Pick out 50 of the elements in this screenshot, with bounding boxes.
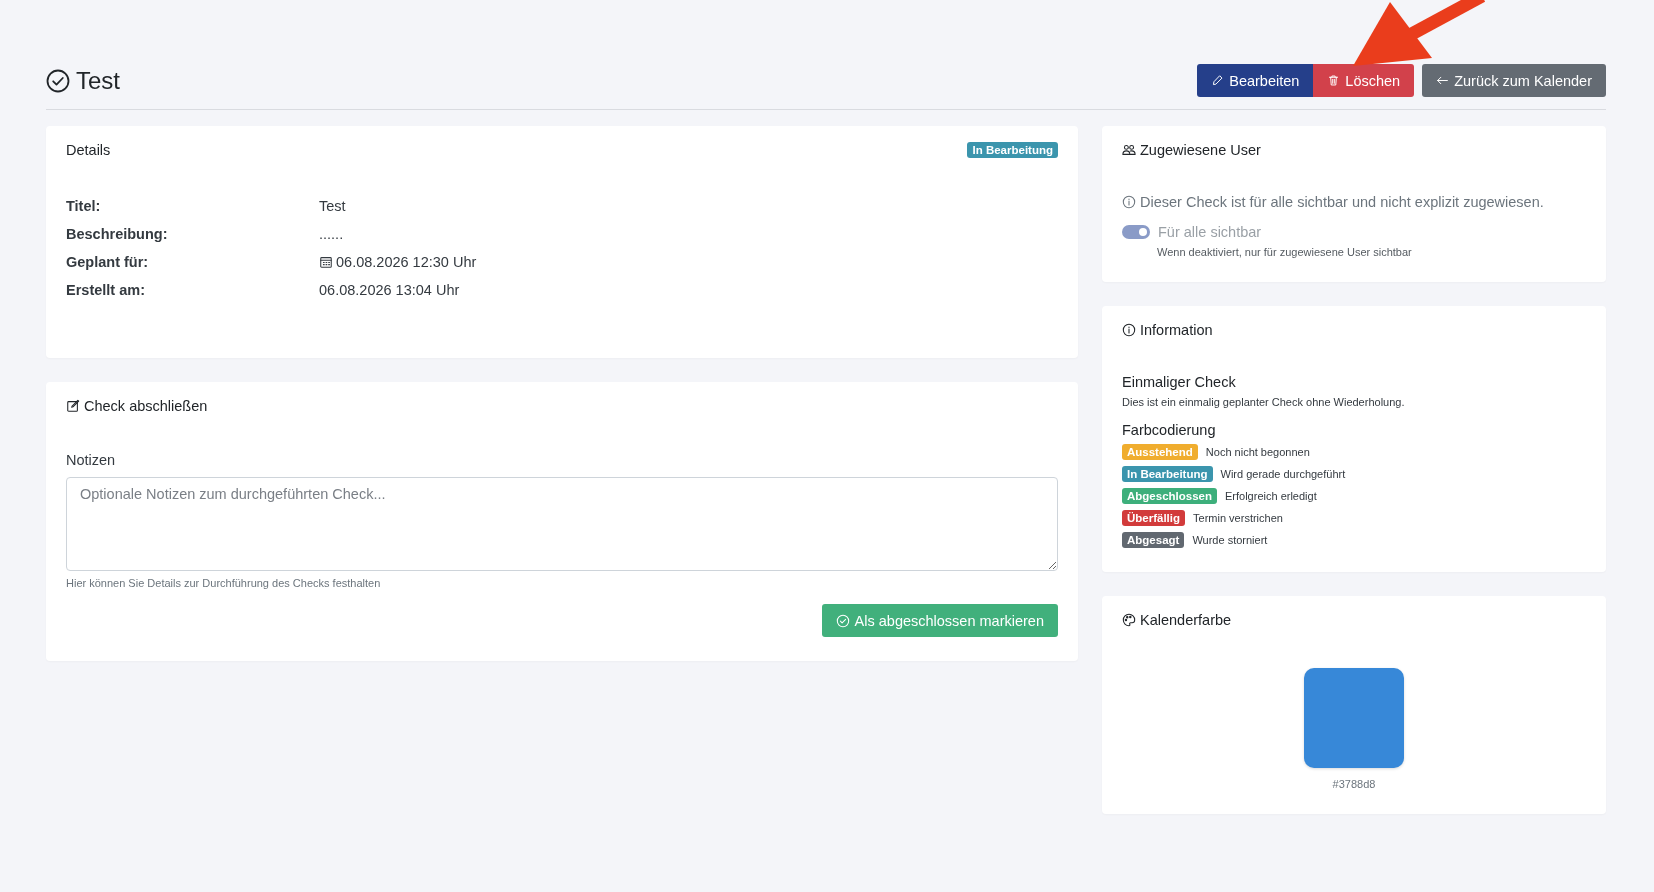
field-value: Test [319, 198, 346, 214]
section-text: Dies ist ein einmalig geplanter Check ohne Wiederholung. [1122, 396, 1406, 408]
check-circle-icon [835, 613, 850, 628]
card-title: Information [1140, 322, 1213, 338]
card-title: Kalenderfarbe [1140, 612, 1232, 628]
delete-button[interactable]: Löschen [1313, 64, 1415, 97]
pencil-icon [1211, 74, 1225, 87]
edit-button[interactable]: Bearbeiten [1197, 64, 1314, 97]
toggle-label: Für alle sichtbar [1158, 224, 1262, 240]
section-heading: Farbcodierung [1122, 422, 1217, 438]
calendar-icon [319, 255, 333, 269]
legend-text: Termin verstrichen [1193, 512, 1283, 524]
field-value: 06.08.2026 13:04 Uhr [319, 282, 460, 298]
field-label: Geplant für: [66, 254, 150, 270]
left-arrow-icon [1436, 74, 1450, 87]
color-code: #3788d8 [1332, 778, 1376, 790]
notes-label: Notizen [66, 452, 117, 468]
legend-text: Wurde storniert [1192, 534, 1268, 546]
field-value: 06.08.2026 12:30 Uhr [336, 254, 477, 270]
info-icon [1122, 195, 1136, 209]
status-badge: In Bearbeitung [1122, 466, 1213, 482]
field-value: ...... [319, 226, 344, 242]
field-label: Erstellt am: [66, 282, 146, 298]
edit-icon [66, 399, 80, 413]
section-heading: Einmaliger Check [1122, 374, 1237, 390]
field-label: Titel: [66, 198, 102, 214]
card-title: Details [66, 142, 111, 158]
field-label: Beschreibung: [66, 226, 169, 242]
help-text: Hier können Sie Details zur Durchführung des Checks festhalten [66, 577, 382, 589]
info-icon [1122, 323, 1136, 337]
users-icon [1122, 143, 1136, 157]
trash-icon [1327, 74, 1341, 87]
toggle-hint: Wenn deaktiviert, nur für zugewiesene User sichtbar [1157, 246, 1413, 258]
info-text: Dieser Check ist für alle sichtbar und nicht explizit zugewiesen. [1140, 194, 1544, 210]
legend-text: Noch nicht begonnen [1205, 446, 1310, 458]
complete-button[interactable]: Als abgeschlossen markieren [821, 604, 1058, 637]
status-badge: Überfällig [1122, 510, 1186, 526]
status-badge: Ausstehend [1122, 444, 1198, 460]
legend-text: Wird gerade durchgeführt [1220, 468, 1346, 480]
notes-field[interactable]: Optionale Notizen zum durchgeführten Check... [66, 477, 1058, 571]
status-badge: Abgesagt [1122, 532, 1185, 548]
check-circle-icon [46, 68, 70, 93]
card-title: Check abschließen [84, 398, 208, 414]
card-title: Zugewiesene User [1140, 142, 1261, 158]
palette-icon [1122, 613, 1136, 627]
legend-text: Erfolgreich erledigt [1225, 490, 1317, 502]
status-badge: Abgeschlossen [1122, 488, 1217, 504]
back-button[interactable]: Zurück zum Kalender [1422, 64, 1606, 97]
status-badge: In Bearbeitung [967, 142, 1058, 158]
page-title: Test [76, 66, 120, 95]
